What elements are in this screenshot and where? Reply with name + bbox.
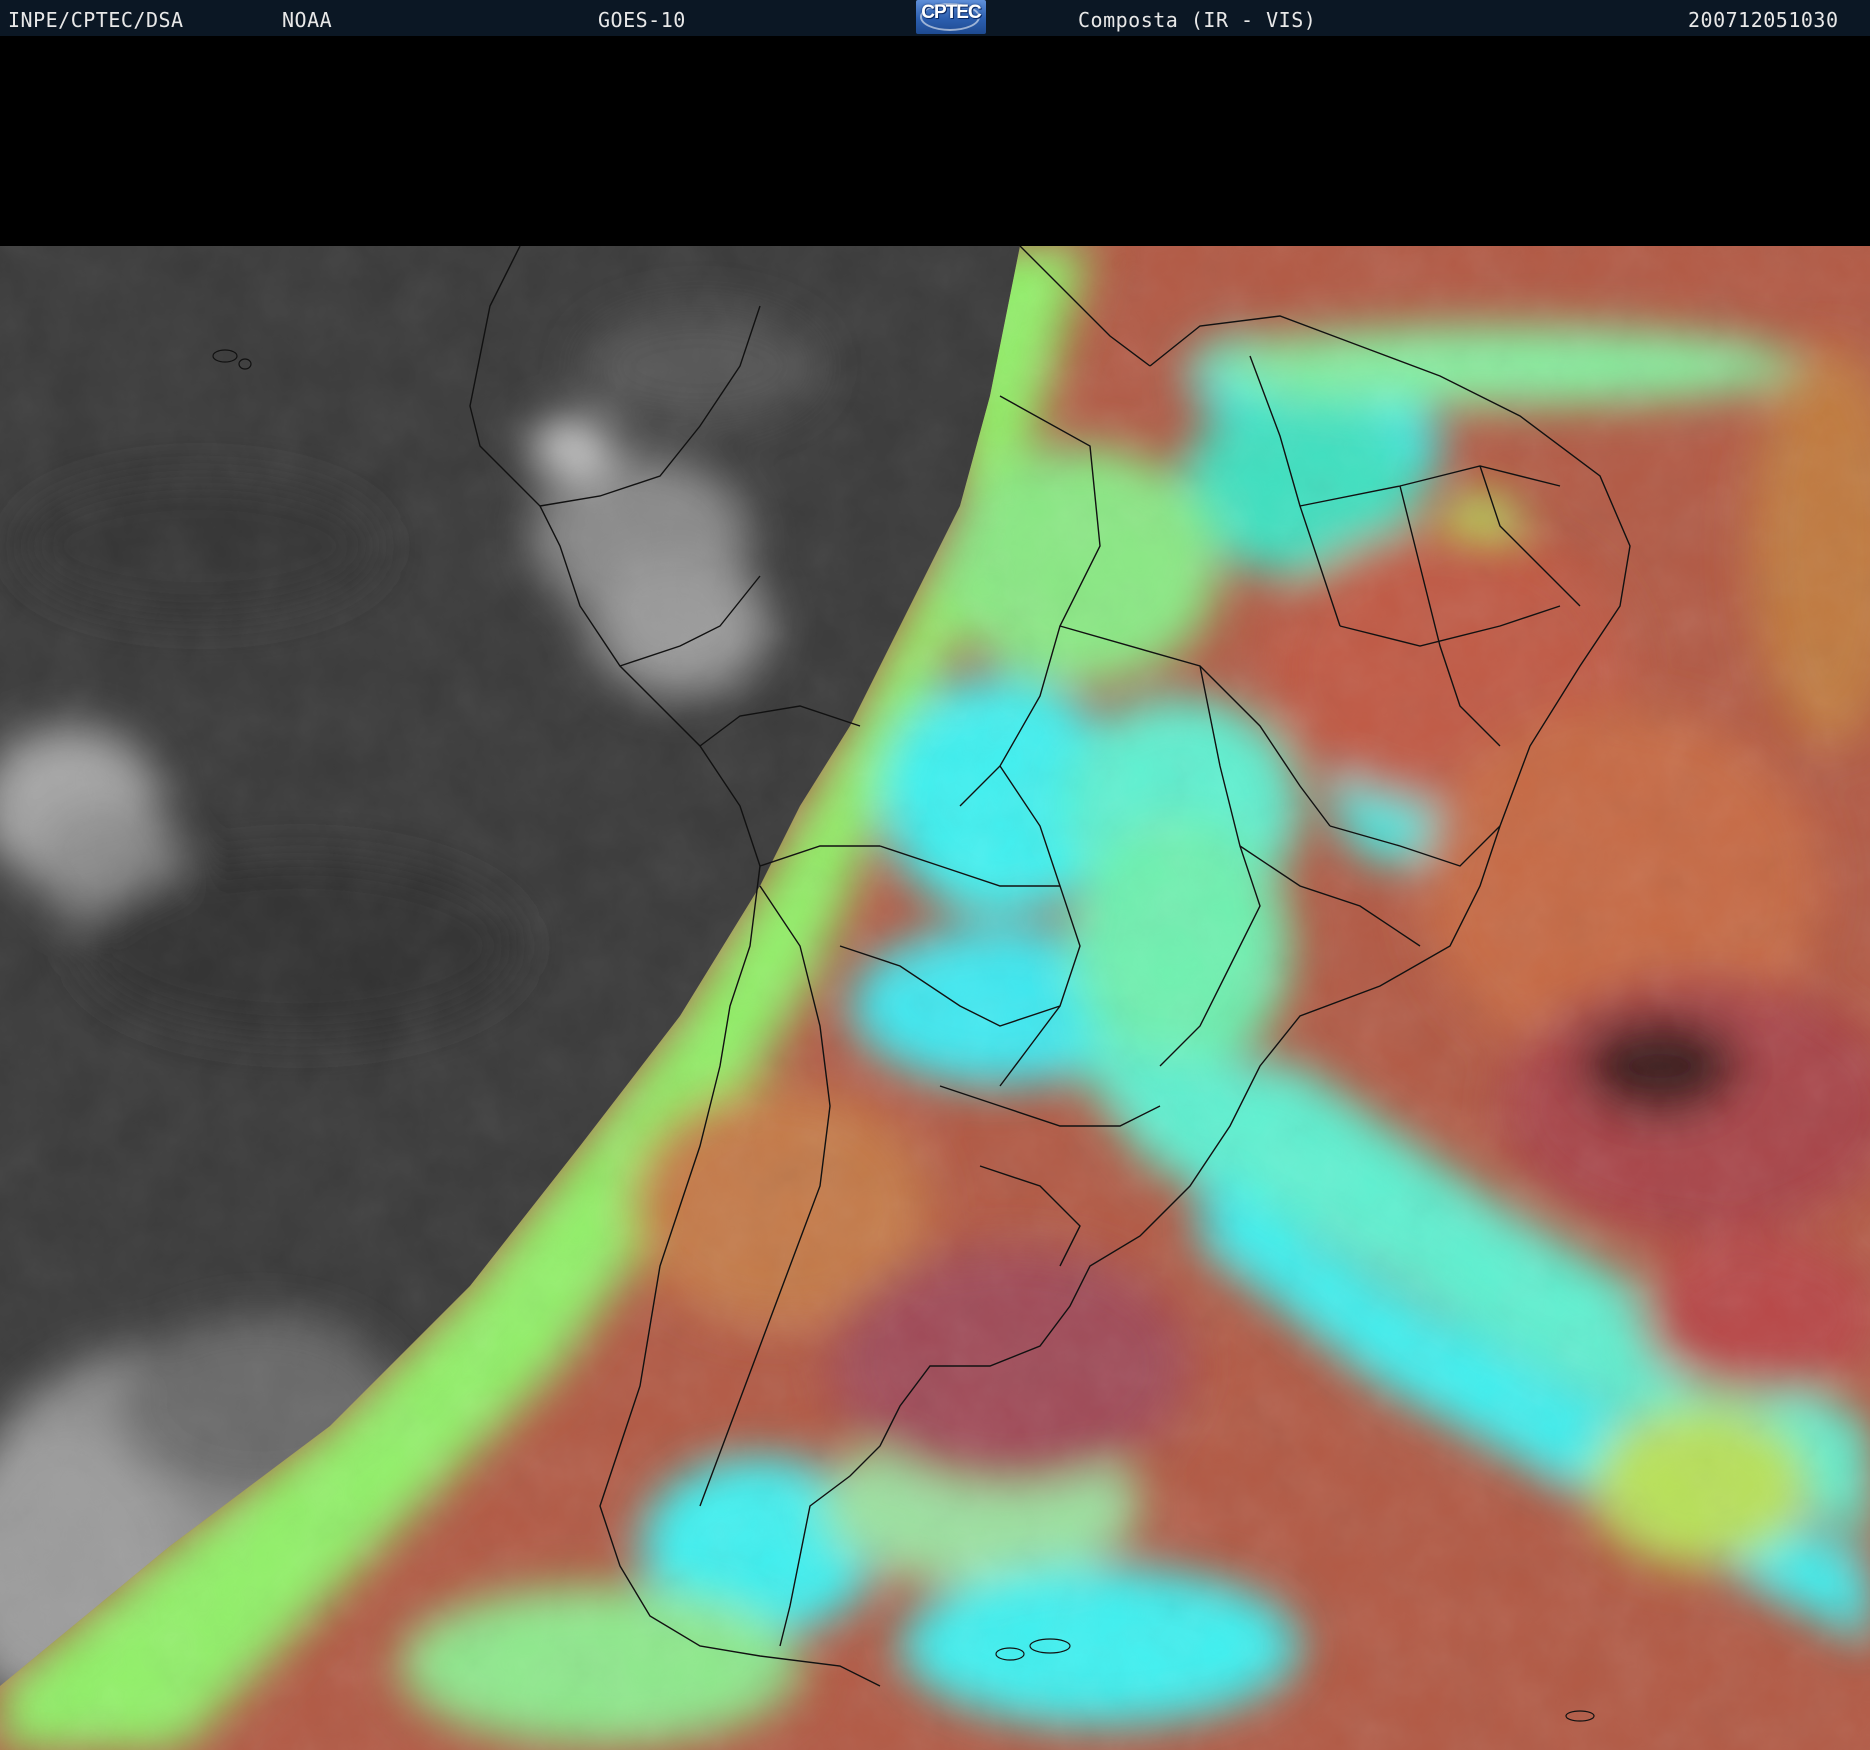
cptec-logo: CPTEC bbox=[916, 0, 986, 34]
satellite-image bbox=[0, 246, 1870, 1750]
image-header-bar: INPE/CPTEC/DSA NOAA GOES-10 CPTEC Compos… bbox=[0, 0, 1870, 36]
satellite-composite-svg bbox=[0, 246, 1870, 1750]
header-satellite: GOES-10 bbox=[598, 8, 686, 32]
header-agency: NOAA bbox=[282, 8, 333, 32]
logo-text: CPTEC bbox=[921, 2, 981, 23]
no-data-band bbox=[0, 36, 1870, 246]
header-org: INPE/CPTEC/DSA bbox=[8, 8, 184, 32]
header-product: Composta (IR - VIS) bbox=[1078, 8, 1317, 32]
header-timestamp: 200712051030 bbox=[1688, 8, 1839, 32]
